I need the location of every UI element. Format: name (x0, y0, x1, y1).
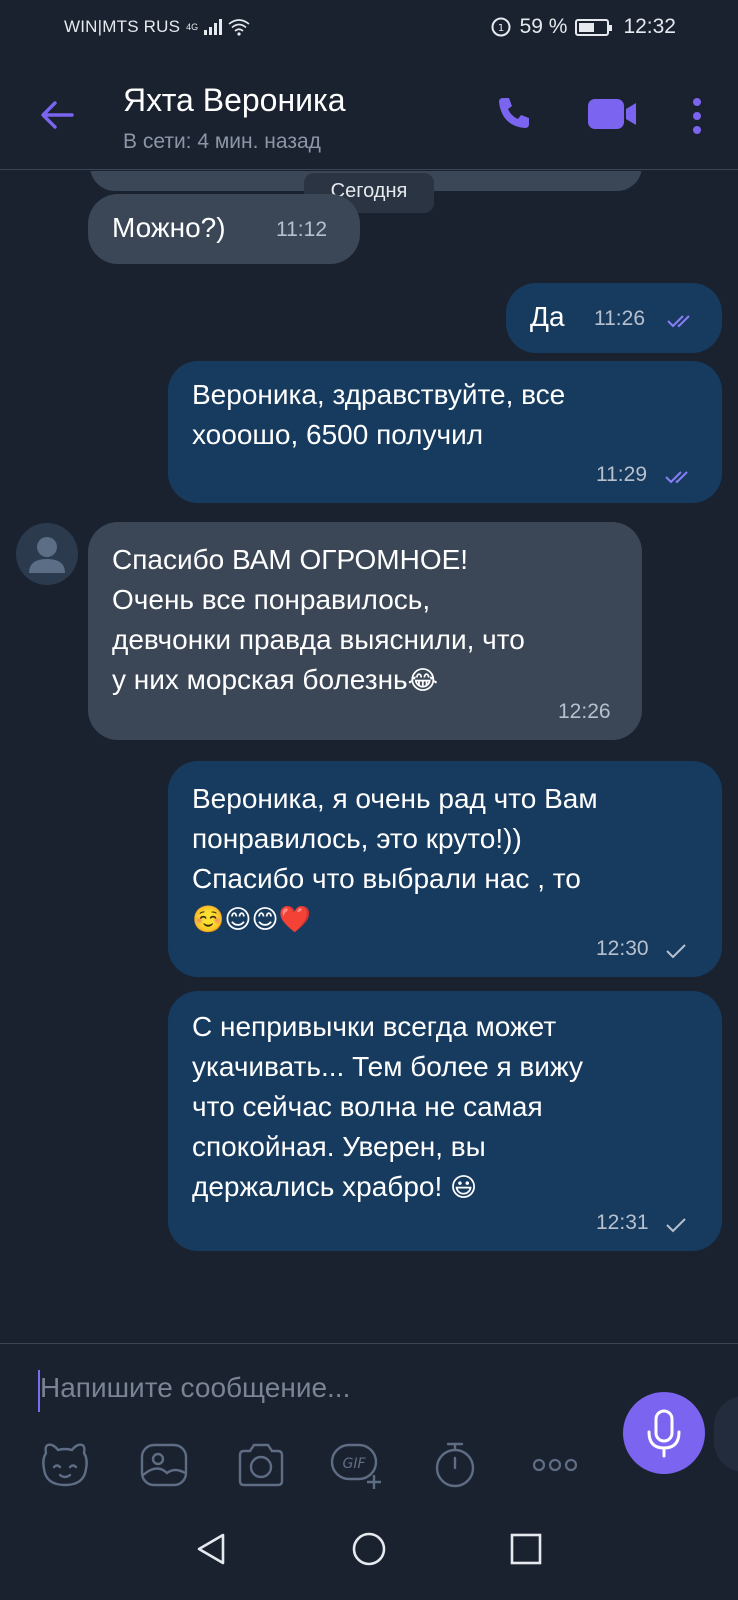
message-time: 11:12 (276, 218, 327, 241)
more-dots-icon[interactable] (528, 1439, 582, 1491)
sent-check-icon (666, 944, 686, 959)
incoming-message[interactable]: Можно?) 11:12 (88, 194, 360, 264)
outgoing-message[interactable]: Вероника, здравствуйте, все хооошо, 6500… (168, 361, 722, 503)
svg-text:1: 1 (497, 23, 503, 34)
laughing-emoji-icon: 😂 (407, 666, 439, 696)
carrier-name: WIN|MTS RUS (64, 17, 181, 36)
gif-icon[interactable]: GIF (330, 1439, 384, 1491)
contact-avatar[interactable] (16, 523, 78, 585)
message-time: 11:29 (596, 463, 647, 486)
phone-call-icon[interactable] (494, 93, 534, 133)
message-composer: Напишите сообщение... GIF (0, 1343, 738, 1493)
message-text: Вероника, я очень рад что Вам понравилос… (192, 783, 598, 935)
wifi-icon (228, 19, 250, 36)
message-time: 12:31 (596, 1211, 649, 1234)
outgoing-message[interactable]: С непривычки всегда может укачивать... Т… (168, 991, 722, 1251)
nav-home-icon[interactable] (349, 1529, 389, 1569)
chat-header: Яхта Вероника В сети: 4 мин. назад (0, 60, 738, 170)
outgoing-message[interactable]: Вероника, я очень рад что Вам понравилос… (168, 761, 722, 977)
back-arrow-icon[interactable] (34, 92, 80, 138)
read-double-check-icon (667, 315, 690, 328)
system-navigation-bar (0, 1493, 738, 1600)
signal-icon (204, 19, 223, 35)
gif-label: GIF (342, 1456, 366, 1472)
smiling-emojis: ☺️😊😊❤️ (192, 905, 311, 935)
voice-message-button[interactable] (623, 1392, 705, 1474)
battery-percent: 59 % (519, 15, 568, 38)
last-seen-status: В сети: 4 мин. назад (123, 130, 321, 153)
more-options-icon[interactable] (686, 96, 708, 136)
read-double-check-icon (665, 471, 688, 484)
microphone-icon (647, 1409, 681, 1458)
message-text: С непривычки всегда может укачивать... Т… (192, 1011, 583, 1203)
message-time: 11:26 (594, 307, 645, 330)
sent-check-icon (666, 1218, 686, 1233)
chat-title[interactable]: Яхта Вероника (123, 82, 346, 119)
secondary-action-peek[interactable] (714, 1396, 738, 1472)
sticker-icon[interactable] (38, 1439, 92, 1491)
gallery-icon[interactable] (137, 1439, 191, 1491)
battery-icon (575, 18, 613, 36)
nav-recents-icon[interactable] (506, 1529, 546, 1569)
message-text: Да (530, 301, 565, 332)
data-saver-icon: 1 (491, 17, 511, 37)
default-avatar-icon (29, 537, 65, 573)
outgoing-message[interactable]: Да 11:26 (506, 283, 722, 353)
status-bar: WIN|MTS RUS 4G 1 59 % 12:32 (0, 0, 738, 60)
message-input[interactable]: Напишите сообщение... (40, 1372, 350, 1404)
grinning-emoji-icon: 😃 (450, 1173, 478, 1203)
message-text: Можно?) (112, 212, 226, 243)
timer-icon[interactable] (428, 1439, 482, 1491)
status-left: WIN|MTS RUS 4G (64, 17, 250, 37)
network-type: 4G (186, 21, 199, 32)
incoming-message[interactable]: Спасибо ВАМ ОГРОМНОЕ! Очень все понравил… (88, 522, 642, 740)
message-list[interactable]: Сегодня Можно?) 11:12 Да 11:26 Вероника,… (0, 171, 738, 1343)
status-right: 1 59 % 12:32 (490, 15, 676, 39)
message-text: Спасибо ВАМ ОГРОМНОЕ! Очень все понравил… (112, 544, 525, 696)
camera-icon[interactable] (234, 1439, 288, 1491)
nav-back-icon[interactable] (191, 1529, 231, 1569)
message-text: Вероника, здравствуйте, все хооошо, 6500… (192, 379, 566, 450)
message-time: 12:26 (558, 700, 611, 723)
message-time: 12:30 (596, 937, 649, 960)
video-call-icon[interactable] (586, 96, 640, 132)
clock: 12:32 (623, 15, 676, 38)
